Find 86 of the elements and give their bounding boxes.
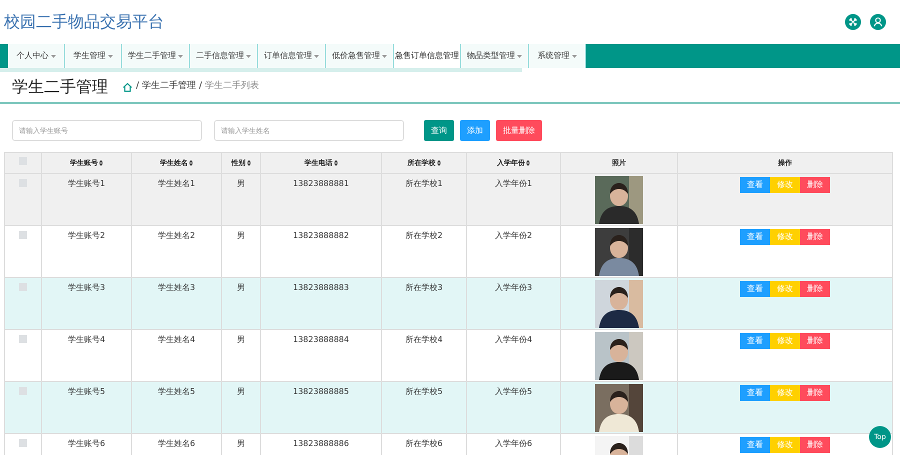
table-cell: 入学年份2 [494,231,532,240]
table-cell: 所在学校6 [405,439,443,448]
caret-icon[interactable] [517,54,522,58]
view-button[interactable]: 查看 [740,333,770,349]
nav-tab[interactable]: 急售订单信息管理 [394,44,461,68]
home-icon[interactable] [122,82,133,92]
nav-tab[interactable]: 学生管理 [65,44,122,68]
table-cell: 男 [237,231,245,240]
delete-button[interactable]: 删除 [800,333,830,349]
table-cell: 入学年份6 [494,439,532,448]
caret-icon[interactable] [382,54,387,58]
table-cell: 13823888885 [293,387,349,396]
app-title: 校园二手物品交易平台 [4,11,164,33]
table-cell: 所在学校2 [405,231,443,240]
nav-tab[interactable]: 低价急售管理 [326,44,394,68]
view-button[interactable]: 查看 [740,385,770,401]
caret-icon[interactable] [178,54,183,58]
checkbox[interactable] [19,439,27,447]
nav-tab[interactable]: 学生二手管理 [122,44,190,68]
table-cell: 学生姓名5 [158,387,196,396]
caret-icon[interactable] [108,54,112,58]
table-cell: 学生账号6 [68,439,106,448]
checkbox[interactable] [19,335,27,343]
sort-icon[interactable] [99,160,103,166]
table-cell: 所在学校1 [405,179,443,188]
fullscreen-icon[interactable] [845,14,861,30]
table-cell: 男 [237,335,245,344]
breadcrumb-current: 学生二手列表 [205,80,260,94]
table-cell: 入学年份5 [494,387,532,396]
add-button[interactable]: 添加 [460,120,490,141]
view-button[interactable]: 查看 [740,177,770,193]
sort-icon[interactable] [246,160,250,166]
table-cell: 所在学校4 [405,335,443,344]
delete-button[interactable]: 删除 [800,437,830,453]
checkbox[interactable] [19,231,27,239]
table-cell: 男 [237,387,245,396]
sort-icon[interactable] [436,160,440,166]
sort-icon[interactable] [189,160,193,166]
nav-tab[interactable]: 二手信息管理 [190,44,258,68]
table-cell: 入学年份4 [494,335,532,344]
sort-icon[interactable] [334,160,338,166]
page-title: 学生二手管理 [12,76,108,98]
caret-icon[interactable] [246,54,251,58]
table-cell: 入学年份1 [494,179,532,188]
table-cell: 学生姓名3 [158,283,196,292]
sort-icon[interactable] [526,160,530,166]
table-cell: 学生账号4 [68,335,106,344]
table-cell: 学生账号2 [68,231,106,240]
table-cell: 13823888883 [293,283,349,292]
nav-tab[interactable]: 订单信息管理 [258,44,326,68]
user-icon[interactable] [870,14,886,30]
table-cell: 男 [237,179,245,188]
table-cell: 学生姓名1 [158,179,196,188]
nav-tab[interactable]: 物品类型管理 [461,44,529,68]
table-cell: 学生姓名6 [158,439,196,448]
delete-button[interactable]: 删除 [800,385,830,401]
table-cell: 入学年份3 [494,283,532,292]
table-cell: 13823888886 [293,439,349,448]
breadcrumb-separator: / [199,80,202,94]
nav-tab[interactable]: 系统管理 [529,44,586,68]
table-cell: 学生姓名2 [158,231,196,240]
table-cell: 学生姓名4 [158,335,196,344]
table-cell: 所在学校3 [405,283,443,292]
table-cell: 13823888884 [293,335,349,344]
table-cell: 男 [237,283,245,292]
nav-tab[interactable]: 个人中心 [8,44,65,68]
breadcrumb-separator: / [136,80,140,94]
delete-button[interactable]: 删除 [800,281,830,297]
batch-delete-button[interactable]: 批量删除 [496,120,542,141]
table-cell: 所在学校5 [405,387,443,396]
table-cell: 学生账号3 [68,283,106,292]
table-cell: 学生账号1 [68,179,106,188]
table-cell: 13823888881 [293,179,349,188]
breadcrumb-link[interactable]: 学生二手管理 [142,80,196,94]
search-button[interactable]: 查询 [424,120,454,141]
caret-icon[interactable] [314,54,319,58]
delete-button[interactable]: 删除 [800,177,830,193]
view-button[interactable]: 查看 [740,437,770,453]
caret-icon[interactable] [572,54,576,58]
table-cell: 13823888882 [293,231,349,240]
table-cell: 男 [237,439,245,448]
caret-icon[interactable] [50,54,56,58]
view-button[interactable]: 查看 [740,281,770,297]
table-cell: 学生账号5 [68,387,106,396]
view-button[interactable]: 查看 [740,229,770,245]
delete-button[interactable]: 删除 [800,229,830,245]
